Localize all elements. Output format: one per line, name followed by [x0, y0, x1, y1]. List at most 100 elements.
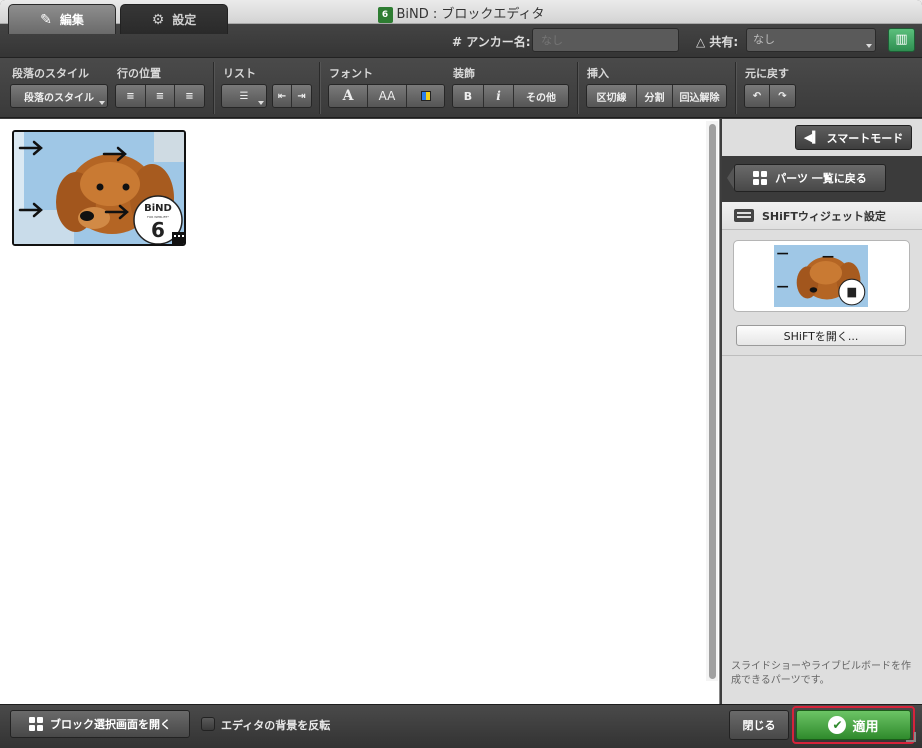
paragraph-style-button-label: 段落のスタイル: [24, 92, 94, 104]
invert-background-checkbox[interactable]: [201, 717, 215, 731]
grid-icon: [753, 171, 768, 185]
bind-badge-brand: BiND: [144, 203, 172, 214]
close-button[interactable]: 閉じる: [729, 710, 789, 740]
align-center-icon: ≡: [155, 90, 165, 102]
bold-button[interactable]: B: [453, 85, 484, 107]
bind-app-icon: 6: [377, 6, 393, 23]
color-swatch-icon: [420, 91, 431, 101]
chevron-down-icon: [258, 101, 264, 105]
checkmark-icon: ✔: [828, 716, 847, 734]
paragraph-style-dropdown[interactable]: 段落のスタイル: [10, 84, 108, 108]
tab-edit[interactable]: ✎ 編集: [8, 4, 116, 34]
undo-label: 元に戻す: [745, 67, 789, 80]
anchor-name-input[interactable]: [532, 28, 679, 52]
alignment-label: 行の位置: [117, 67, 161, 80]
divider-line-label: 区切線: [596, 92, 627, 104]
undo-group: ↶ ↷: [744, 84, 796, 108]
pencil-icon: ✎: [40, 11, 52, 28]
list-style-dropdown[interactable]: ☰: [221, 84, 267, 108]
chevron-down-icon: [866, 44, 872, 48]
list-label: リスト: [223, 67, 256, 80]
back-to-parts-label: パーツ 一覧に戻る: [775, 172, 867, 185]
open-block-select-label: ブロック選択画面を開く: [50, 718, 171, 731]
font-size-icon: AA: [378, 89, 396, 103]
outdent-button[interactable]: ⇤: [273, 85, 292, 107]
tab-settings[interactable]: ⚙ 設定: [120, 4, 228, 34]
keyboard-icon: [734, 209, 754, 222]
shift-widget-thumbnail[interactable]: BiND FOR WEBLIFE* 6: [12, 130, 186, 246]
decoration-group: B i その他: [452, 84, 569, 108]
widget-description: スライドショーやライブビルボードを作成できるパーツです。: [731, 661, 911, 686]
widget-settings-header: SHiFTウィジェット設定: [722, 202, 922, 230]
open-shift-label: SHiFTを開く...: [783, 329, 859, 343]
font-color-button[interactable]: [407, 85, 444, 107]
split-label: 分割: [644, 92, 665, 104]
widget-settings-title: SHiFTウィジェット設定: [762, 209, 886, 223]
split-button[interactable]: 分割: [637, 85, 673, 107]
anchor-name-label: # アンカー名:: [452, 35, 531, 49]
undo-button[interactable]: ↶: [745, 85, 770, 107]
toolbar-divider: [735, 62, 736, 114]
insert-group: 区切線 分割 回込解除: [586, 84, 727, 108]
gear-icon: ⚙: [151, 11, 165, 28]
widget-preview-graphic: [774, 245, 868, 307]
insert-label: 挿入: [587, 67, 609, 80]
decoration-label: 装飾: [453, 67, 475, 80]
font-family-button[interactable]: A: [329, 85, 368, 107]
italic-button[interactable]: i: [484, 85, 514, 107]
book-icon-button[interactable]: ▥: [888, 28, 915, 52]
align-left-button[interactable]: ≡: [116, 85, 146, 107]
close-button-label: 閉じる: [742, 719, 776, 732]
indent-icon: ⇥: [297, 90, 306, 102]
italic-icon: i: [496, 89, 501, 103]
outdent-icon: ⇤: [277, 90, 287, 102]
bind-block-editor-window: 6BiND : ブロックエディタ ✎ 編集 ⚙ 設定 # アンカー名: △ 共有…: [0, 0, 922, 748]
redo-icon: ↷: [778, 90, 787, 102]
divider-line-button[interactable]: 区切線: [587, 85, 637, 107]
grid-icon: [29, 717, 43, 731]
apply-button[interactable]: ✔ 適用: [796, 710, 911, 740]
alignment-group: ≡ ≡ ≡: [115, 84, 205, 108]
open-block-select-button[interactable]: ブロック選択画面を開く: [10, 710, 190, 738]
open-shift-button[interactable]: SHiFTを開く...: [736, 325, 906, 346]
align-left-icon: ≡: [126, 90, 135, 102]
back-to-parts-list-button[interactable]: パーツ 一覧に戻る: [734, 164, 886, 192]
smart-mode-label: スマートモード: [826, 131, 904, 145]
align-center-button[interactable]: ≡: [146, 85, 175, 107]
share-select[interactable]: なし: [746, 28, 876, 52]
smart-mode-button[interactable]: ◀▍ スマートモード: [795, 125, 912, 150]
font-family-icon: A: [342, 88, 354, 104]
tab-settings-label: 設定: [172, 13, 197, 27]
window-title-text: BiND : ブロックエディタ: [396, 7, 545, 22]
widget-preview-image: [774, 245, 868, 307]
other-decoration-button[interactable]: その他: [514, 85, 568, 107]
bullet-list-icon: ☰: [239, 90, 249, 102]
align-right-icon: ≡: [185, 90, 194, 102]
share-select-value: なし: [753, 33, 775, 46]
resize-grip-icon[interactable]: [906, 732, 916, 742]
clear-float-button[interactable]: 回込解除: [673, 85, 726, 107]
bold-icon: B: [463, 89, 473, 103]
font-group: A AA: [328, 84, 445, 108]
tab-edit-label: 編集: [59, 13, 84, 27]
font-label: フォント: [329, 67, 373, 80]
back-arrow-icon: ◀▍: [803, 131, 821, 144]
clear-float-label: 回込解除: [679, 92, 720, 104]
undo-icon: ↶: [752, 90, 762, 102]
indent-group: ⇤ ⇥: [272, 84, 312, 108]
chevron-down-icon: [99, 101, 105, 105]
formatting-toolbar: 段落のスタイル 段落のスタイル 行の位置 ≡ ≡ ≡ リスト ☰ ⇤ ⇥ フォン…: [0, 58, 922, 118]
indent-button[interactable]: ⇥: [292, 85, 311, 107]
apply-button-label: 適用: [852, 719, 879, 735]
shift-slideshow-image: BiND FOR WEBLIFE* 6: [14, 132, 184, 244]
font-size-button[interactable]: AA: [368, 85, 407, 107]
book-icon: ▥: [895, 32, 908, 47]
invert-background-label[interactable]: エディタの背景を反転: [221, 717, 330, 733]
bind-badge-number: 6: [151, 218, 165, 242]
redo-button[interactable]: ↷: [770, 85, 795, 107]
scrollbar-thumb[interactable]: [709, 124, 716, 679]
align-right-button[interactable]: ≡: [175, 85, 204, 107]
paragraph-style-label: 段落のスタイル: [12, 67, 89, 80]
other-decoration-label: その他: [526, 92, 556, 104]
share-label-text: 共有:: [709, 35, 739, 49]
